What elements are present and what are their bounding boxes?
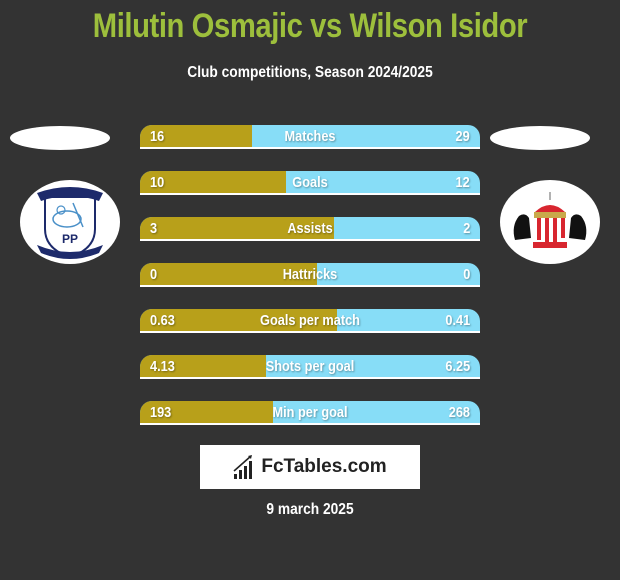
left-value: 10 [150,174,165,191]
stat-row-goals-per-match: Goals per match 0.63 0.41 [140,309,480,333]
stat-row-min-per-goal: Min per goal 193 268 [140,401,480,425]
date-label: 9 march 2025 [266,501,354,518]
stat-row-goals: Goals 10 12 [140,171,480,195]
stat-label: Hattricks [282,266,338,283]
stat-label: Shots per goal [265,358,355,375]
right-value: 0 [462,266,470,283]
right-value: 0.41 [445,312,470,329]
stat-label: Goals per match [260,312,360,329]
left-value: 16 [150,128,165,145]
stat-label: Matches [284,128,336,145]
sunderland-crest-icon [500,180,600,264]
right-player-placeholder [490,126,590,150]
right-value: 29 [455,128,470,145]
stat-row-assists: Assists 3 2 [140,217,480,241]
page-title: Milutin Osmajic vs Wilson Isidor [92,7,528,45]
logo-text: FcTables.com [261,456,387,477]
page-subtitle: Club competitions, Season 2024/2025 [187,64,433,81]
right-value: 2 [462,220,470,237]
stat-label: Goals [292,174,328,191]
left-value: 3 [150,220,158,237]
stat-row-matches: Matches 16 29 [140,125,480,149]
stat-label: Min per goal [272,404,348,421]
right-value: 12 [455,174,470,191]
left-value: 193 [150,404,172,421]
left-value: 4.13 [150,358,175,375]
right-value: 268 [448,404,470,421]
preston-north-end-crest-icon: PP [20,180,120,264]
left-value: 0.63 [150,312,175,329]
stats-comparison: Matches 16 29 Goals 10 12 Assists 3 2 Ha… [140,125,480,447]
svg-text:PP: PP [62,232,78,246]
right-value: 6.25 [445,358,470,375]
stat-label: Assists [287,220,333,237]
bar-chart-icon [233,455,253,479]
left-value: 0 [150,266,158,283]
left-player-placeholder [10,126,110,150]
fctables-logo[interactable]: FcTables.com [200,445,420,489]
stat-row-shots-per-goal: Shots per goal 4.13 6.25 [140,355,480,379]
stat-row-hattricks: Hattricks 0 0 [140,263,480,287]
